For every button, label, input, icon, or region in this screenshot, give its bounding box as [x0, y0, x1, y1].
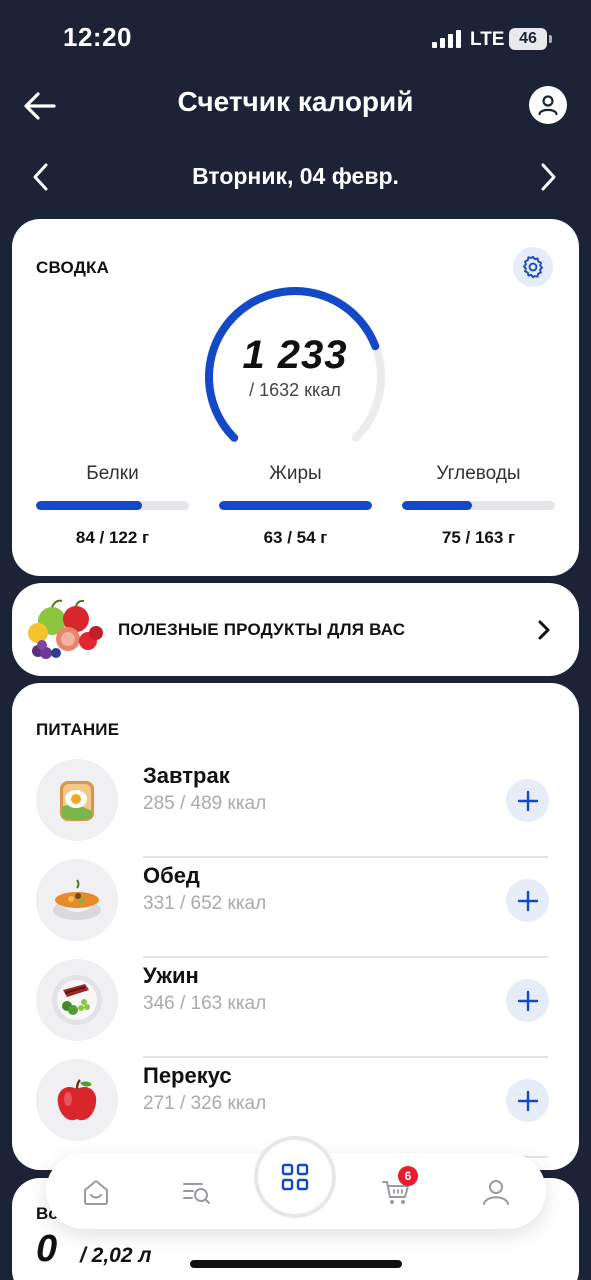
user-icon	[538, 95, 558, 116]
plus-icon	[517, 890, 538, 911]
macro-progress-fill	[402, 501, 473, 510]
plus-icon	[517, 990, 538, 1011]
divider	[143, 856, 548, 858]
macro-value: 63 / 54 г	[263, 528, 328, 547]
meal-icon-wrap	[36, 859, 118, 941]
battery-icon: 46	[509, 28, 552, 50]
meal-icon-wrap	[36, 1059, 118, 1141]
macro-protein: Белки 84 / 122 г	[36, 463, 189, 548]
status-bar: 12:20 LTE 46	[0, 0, 591, 80]
macro-value: 84 / 122 г	[75, 528, 150, 547]
fruits-icon	[28, 599, 103, 659]
add-snack-button[interactable]	[506, 1079, 549, 1122]
gear-icon	[522, 255, 544, 279]
macro-fat: Жиры 63 / 54 г	[219, 463, 372, 548]
nav-search-list[interactable]	[176, 1172, 216, 1212]
plus-icon	[517, 1090, 538, 1111]
next-day-button[interactable]	[533, 160, 563, 194]
grid-icon	[281, 1163, 309, 1191]
plus-icon	[517, 790, 538, 811]
meal-kcal: 346 / 163 ккал	[143, 993, 267, 1014]
macro-progress-fill	[219, 501, 372, 510]
meals-title: ПИТАНИЕ	[36, 720, 120, 739]
meal-name: Ужин	[143, 963, 199, 988]
date-label: Вторник, 04 февр.	[192, 163, 399, 189]
home-icon	[84, 1180, 108, 1205]
toast-egg-icon	[60, 781, 94, 821]
meal-dinner[interactable]: Ужин 346 / 163 ккал	[36, 959, 549, 1059]
meal-kcal: 285 / 489 ккал	[143, 793, 267, 814]
meal-name: Обед	[143, 863, 200, 888]
add-lunch-button[interactable]	[506, 879, 549, 922]
macro-carbs: Углеводы 75 / 163 г	[402, 463, 555, 548]
soup-bowl-icon	[53, 879, 101, 920]
meal-kcal: 331 / 652 ккал	[143, 893, 267, 914]
signal-icon	[432, 30, 462, 48]
macro-name: Углеводы	[436, 463, 521, 484]
macro-progress-bar	[219, 501, 372, 510]
kcal-eaten-value: 1 233	[242, 333, 348, 377]
bottom-nav: 6	[46, 1136, 546, 1229]
add-breakfast-button[interactable]	[506, 779, 549, 822]
meal-lunch[interactable]: Обед 331 / 652 ккал	[36, 859, 549, 959]
macro-progress-bar	[36, 501, 189, 510]
page-title: Счетчик калорий	[177, 86, 414, 117]
macro-progress-bar	[402, 501, 555, 510]
nav-profile[interactable]	[476, 1172, 516, 1212]
chevron-right-icon	[541, 163, 556, 191]
healthy-products-banner[interactable]: ПОЛЕЗНЫЕ ПРОДУКТЫ ДЛЯ ВАС	[12, 583, 579, 676]
network-label: LTE	[470, 29, 505, 50]
meal-icon-wrap	[36, 759, 118, 841]
search-list-icon	[183, 1183, 210, 1204]
meal-name: Перекус	[143, 1063, 232, 1088]
meal-breakfast[interactable]: Завтрак 285 / 489 ккал	[36, 759, 549, 859]
macro-value: 75 / 163 г	[441, 528, 516, 547]
home-indicator	[190, 1260, 402, 1268]
cart-count-badge: 6	[398, 1166, 418, 1186]
status-time: 12:20	[63, 22, 132, 52]
add-dinner-button[interactable]	[506, 979, 549, 1022]
macro-name: Белки	[86, 463, 139, 484]
nav-main-menu[interactable]	[254, 1136, 336, 1218]
apple-icon	[57, 1079, 97, 1121]
macro-name: Жиры	[269, 463, 322, 484]
dinner-plate-icon	[52, 975, 102, 1025]
summary-title: СВОДКА	[36, 258, 110, 277]
kcal-goal-value: / 1632 ккал	[249, 380, 341, 400]
macro-progress-fill	[36, 501, 142, 510]
summary-card: СВОДКА 1 233 / 1632 ккал Белки 84 / 122 …	[12, 219, 579, 576]
divider	[143, 1056, 548, 1058]
meal-kcal: 271 / 326 ккал	[143, 1093, 267, 1114]
nav-home[interactable]	[76, 1172, 116, 1212]
profile-icon	[483, 1180, 509, 1205]
divider	[143, 956, 548, 958]
banner-text: ПОЛЕЗНЫЕ ПРОДУКТЫ ДЛЯ ВАС	[118, 620, 406, 639]
nav-cart[interactable]: 6	[376, 1166, 418, 1212]
chevron-right-icon	[538, 620, 550, 640]
water-value: 0	[36, 1228, 58, 1270]
water-goal: / 2,02 л	[80, 1244, 152, 1267]
profile-button[interactable]	[529, 86, 567, 124]
summary-settings-button[interactable]	[513, 247, 553, 287]
meal-icon-wrap	[36, 959, 118, 1041]
meals-card: ПИТАНИЕ Завтрак 285 / 489 ккал Обед 331 …	[12, 683, 579, 1170]
meal-name: Завтрак	[143, 763, 230, 788]
